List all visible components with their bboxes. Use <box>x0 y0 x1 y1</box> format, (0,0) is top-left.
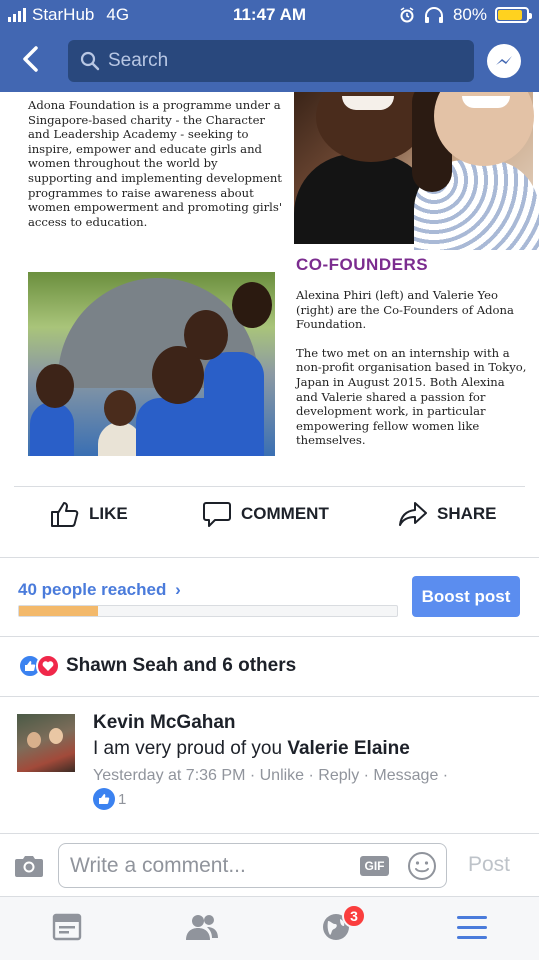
like-label: LIKE <box>89 504 128 523</box>
battery-level <box>498 10 522 20</box>
comment-mention[interactable]: Valerie Elaine <box>287 738 410 759</box>
messenger-icon[interactable] <box>487 44 521 78</box>
reach-progress-fill <box>19 606 99 616</box>
divider <box>0 636 539 637</box>
alarm-icon <box>400 7 414 23</box>
notifications-badge: 3 <box>342 904 366 928</box>
flyer-bio: Alexina Phiri (left) and Valerie Yeo (ri… <box>296 288 528 448</box>
flyer-bio-2: The two met on an internship with a non-… <box>296 345 527 448</box>
comment-text: I am very proud of you Valerie Elaine <box>93 738 410 760</box>
comment-bubble-icon <box>203 502 231 527</box>
bottom-tab-bar: 3 <box>0 896 539 960</box>
comment-like-count: 1 <box>118 790 127 808</box>
status-bar: StarHub 4G 11:47 AM 80% <box>0 0 539 32</box>
comment-input[interactable]: Write a comment... GIF <box>58 843 447 888</box>
battery-percent: 80% <box>452 5 487 24</box>
status-right: 80% <box>399 5 532 25</box>
divider <box>0 696 539 697</box>
reply-link[interactable]: Reply <box>318 767 359 784</box>
chevron-left-icon[interactable] <box>16 44 46 74</box>
top-bar: StarHub 4G 11:47 AM 80% Search <box>0 0 539 92</box>
friends-icon[interactable] <box>185 913 219 941</box>
comment-placeholder: Write a comment... <box>70 853 246 877</box>
news-feed-icon[interactable] <box>52 913 82 941</box>
share-arrow-icon <box>399 502 427 526</box>
divider <box>0 557 539 558</box>
comment-composer: Write a comment... GIF Post <box>0 833 539 896</box>
share-button[interactable]: SHARE <box>398 500 497 528</box>
chevron-right-icon: › <box>175 580 181 599</box>
comment-author[interactable]: Kevin McGahan <box>93 712 236 734</box>
post-actions: LIKE COMMENT SHARE <box>0 486 539 546</box>
group-photo <box>28 272 275 456</box>
flyer-about-text: Adona Foundation is a programme under a … <box>28 98 283 229</box>
people-reached-text: 40 people reached <box>18 580 167 599</box>
avatar[interactable] <box>17 714 75 772</box>
comment-label: COMMENT <box>241 504 329 523</box>
flyer-bio-1: Alexina Phiri (left) and Valerie Yeo (ri… <box>296 288 514 332</box>
post-image[interactable]: Adona Foundation is a programme under a … <box>0 92 539 470</box>
post-comment-button[interactable]: Post <box>468 853 510 877</box>
comment-button[interactable]: COMMENT <box>202 500 329 528</box>
reactions-summary[interactable]: Shawn Seah and 6 others <box>18 654 296 678</box>
cofounders-photo <box>294 92 539 250</box>
share-label: SHARE <box>437 504 497 523</box>
reaction-icons <box>18 654 60 678</box>
reactions-text: Shawn Seah and 6 others <box>66 655 297 676</box>
flyer-heading: CO-FOUNDERS <box>296 255 429 274</box>
headphones-icon <box>424 7 443 23</box>
gif-button[interactable]: GIF <box>360 856 389 876</box>
like-reaction-icon <box>93 788 115 810</box>
message-link[interactable]: Message <box>373 767 438 784</box>
like-button[interactable]: LIKE <box>50 500 128 528</box>
comment-body: I am very proud of you <box>93 738 288 759</box>
search-input[interactable]: Search <box>68 40 474 82</box>
camera-icon[interactable] <box>14 854 44 878</box>
unlike-link[interactable]: Unlike <box>260 767 304 784</box>
smiley-icon[interactable] <box>407 851 437 881</box>
messenger-bolt-icon <box>496 56 512 65</box>
battery-icon <box>495 7 532 23</box>
reach-progress-bar <box>18 605 398 617</box>
comment-meta: Yesterday at 7:36 PM · Unlike · Reply · … <box>93 767 449 784</box>
thumbs-up-icon <box>51 502 79 527</box>
search-icon <box>80 51 100 71</box>
comment-likes[interactable]: 1 <box>93 788 126 810</box>
comment-timestamp: Yesterday at 7:36 PM <box>93 767 246 784</box>
boost-post-button[interactable]: Boost post <box>412 576 520 617</box>
love-reaction-icon <box>36 654 60 678</box>
people-reached-link[interactable]: 40 people reached › <box>18 580 181 600</box>
menu-icon[interactable] <box>457 915 487 941</box>
notifications-tab[interactable]: 3 <box>322 904 366 943</box>
search-placeholder: Search <box>108 50 169 71</box>
